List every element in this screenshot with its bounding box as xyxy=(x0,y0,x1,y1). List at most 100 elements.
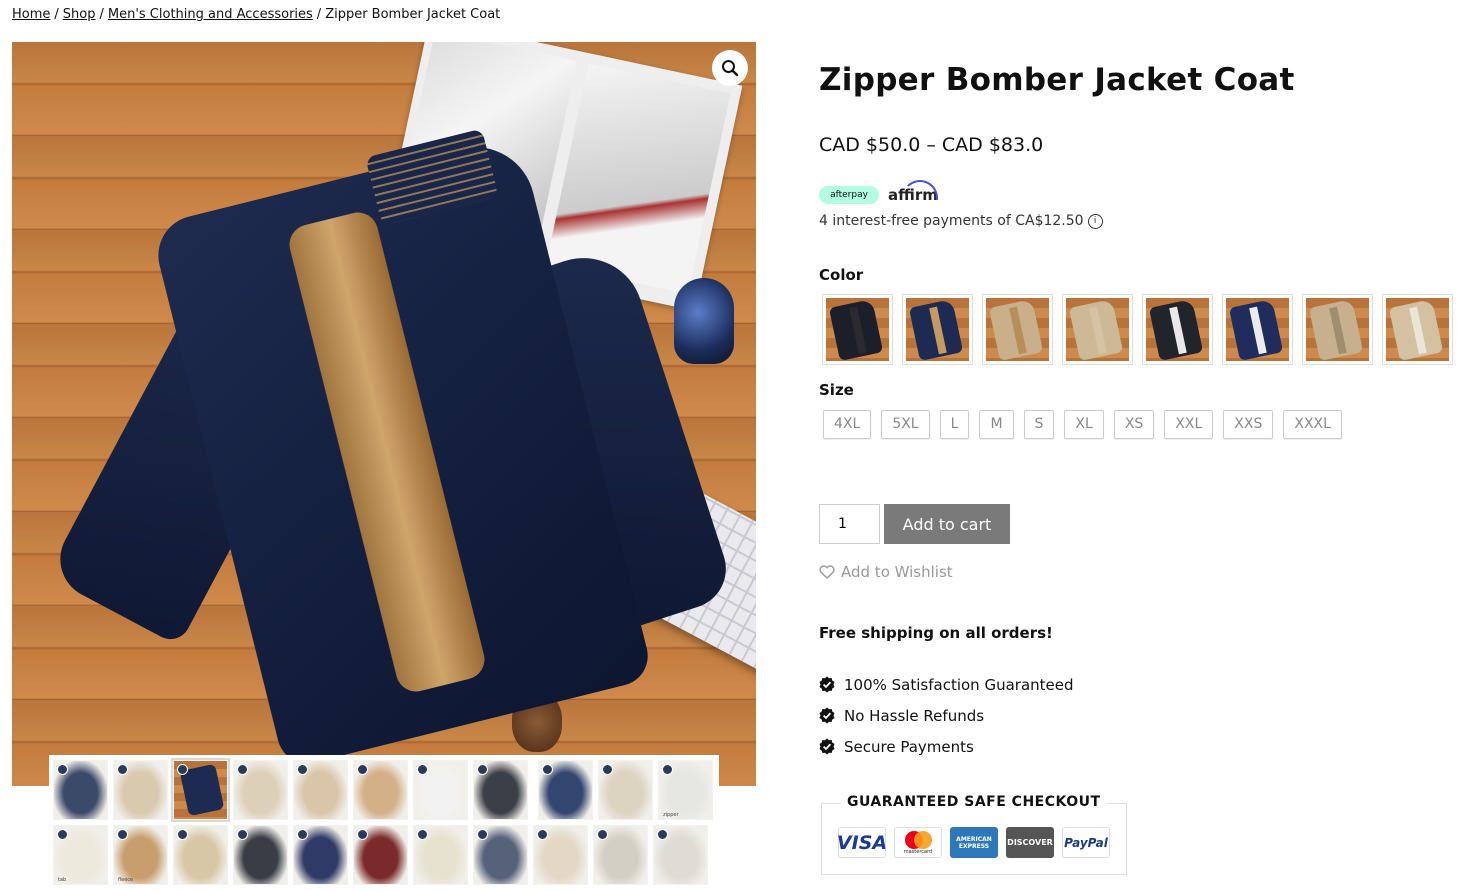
thumbnail[interactable] xyxy=(413,825,468,885)
quantity-input[interactable] xyxy=(819,504,880,544)
thumbnail-caption: tab xyxy=(58,877,67,883)
thumbnail[interactable]: tab xyxy=(53,825,108,885)
brand-badge-icon xyxy=(597,829,608,840)
add-to-cart-button[interactable]: Add to cart xyxy=(884,504,1010,544)
color-label: Color xyxy=(819,266,864,284)
color-swatch-black[interactable] xyxy=(822,294,893,365)
safe-checkout-title: GUARANTEED SAFE CHECKOUT xyxy=(841,794,1107,810)
size-option-xxxl[interactable]: XXXL xyxy=(1283,410,1342,439)
thumbnail[interactable] xyxy=(233,760,288,820)
thumbnail[interactable] xyxy=(353,760,408,820)
color-swatch-beige[interactable] xyxy=(1302,294,1373,365)
thumbnail[interactable] xyxy=(173,825,228,885)
thumbnail[interactable] xyxy=(413,760,468,820)
benefit-item: Secure Payments xyxy=(819,731,1074,762)
brand-badge-icon xyxy=(542,764,553,775)
thumbnail[interactable]: fleece xyxy=(113,825,168,885)
color-swatch-navy-white[interactable] xyxy=(1222,294,1293,365)
size-option-xs[interactable]: XS xyxy=(1113,410,1155,439)
brand-badge-icon xyxy=(57,829,68,840)
size-option-xl[interactable]: XL xyxy=(1064,410,1104,439)
benefit-text: No Hassle Refunds xyxy=(844,706,985,725)
thumbnail[interactable] xyxy=(233,825,288,885)
mastercard-label: mastercard xyxy=(903,848,933,855)
mastercard-card-icon: mastercard xyxy=(894,827,942,858)
thumbnail-gallery: zipper tab fleece xyxy=(49,755,719,891)
breadcrumb-separator: / xyxy=(54,7,59,22)
breadcrumb-separator: / xyxy=(316,7,322,22)
size-option-l[interactable]: L xyxy=(939,410,970,439)
brand-badge-icon xyxy=(602,764,613,775)
thumbnail[interactable] xyxy=(593,825,648,885)
brand-badge-icon xyxy=(357,829,368,840)
breadcrumb-category-link[interactable]: Men's Clothing and Accessories xyxy=(108,7,313,22)
brand-badge-icon xyxy=(297,829,308,840)
thumbnail[interactable] xyxy=(293,760,348,820)
mastercard-circles-icon xyxy=(903,830,933,849)
brand-badge-icon xyxy=(297,764,308,775)
thumbnail[interactable] xyxy=(533,825,588,885)
color-swatch-black-white[interactable] xyxy=(1142,294,1213,365)
brand-badge-icon xyxy=(477,829,488,840)
magnifier-icon xyxy=(722,60,739,77)
paypal-label: PayPal xyxy=(1064,835,1108,850)
size-option-xxs[interactable]: XXS xyxy=(1223,410,1274,439)
brand-badge-icon xyxy=(357,764,368,775)
discover-label: DISCOVER xyxy=(1007,838,1053,847)
brand-badge-icon xyxy=(537,829,548,840)
brand-badge-icon xyxy=(117,764,128,775)
color-swatch-khaki[interactable] xyxy=(1062,294,1133,365)
thumbnail-caption: zipper xyxy=(663,812,679,818)
amex-label: AMERICAN EXPRESS xyxy=(956,835,992,850)
brand-badge-icon xyxy=(662,764,673,775)
brand-badge-icon xyxy=(657,829,668,840)
thumbnail-caption: fleece xyxy=(118,877,134,883)
free-shipping-text: Free shipping on all orders! xyxy=(819,624,1053,642)
breadcrumb: Home / Shop / Men's Clothing and Accessories… xyxy=(12,7,500,22)
thumbnail[interactable] xyxy=(353,825,408,885)
size-option-s[interactable]: S xyxy=(1023,410,1055,439)
afterpay-badge[interactable]: afterpay xyxy=(819,186,879,204)
size-option-m[interactable]: M xyxy=(979,410,1014,439)
benefit-item: 100% Satisfaction Guaranteed xyxy=(819,669,1074,700)
affirm-logo[interactable]: affirm xyxy=(888,180,938,204)
check-badge-icon xyxy=(819,707,835,724)
color-swatch-navy[interactable] xyxy=(902,294,973,365)
color-swatch-beige-light[interactable] xyxy=(1382,294,1453,365)
product-title: Zipper Bomber Jacket Coat xyxy=(819,62,1295,98)
size-option-4xl[interactable]: 4XL xyxy=(823,410,872,439)
info-icon[interactable]: i xyxy=(1087,213,1103,229)
color-swatches xyxy=(822,294,1453,365)
breadcrumb-shop-link[interactable]: Shop xyxy=(63,7,96,22)
benefit-text: Secure Payments xyxy=(844,737,974,756)
installments-info: 4 interest-free payments of CA$12.50 i xyxy=(819,213,1103,229)
brand-badge-icon xyxy=(237,764,248,775)
breadcrumb-current: Zipper Bomber Jacket Coat xyxy=(325,7,501,22)
heart-icon xyxy=(819,565,835,579)
thumbnail[interactable] xyxy=(653,825,708,885)
thumbnail[interactable] xyxy=(538,760,593,820)
thumbnail[interactable] xyxy=(473,825,528,885)
benefits-list: 100% Satisfaction Guaranteed No Hassle Re… xyxy=(819,669,1074,762)
zoom-button[interactable] xyxy=(712,50,748,86)
thumbnail[interactable] xyxy=(598,760,653,820)
size-options: 4XL 5XL L M S XL XS XXL XXS XXXL xyxy=(823,410,1342,439)
thumbnail[interactable] xyxy=(113,760,168,820)
brand-badge-icon xyxy=(177,764,188,775)
payment-cards: VISA mastercard AMERICAN EXPRESS DISCOVER Pa… xyxy=(837,827,1110,858)
brand-badge-icon xyxy=(237,829,248,840)
color-swatch-khaki-fleece[interactable] xyxy=(982,294,1053,365)
main-product-image[interactable] xyxy=(12,42,756,786)
thumbnail[interactable] xyxy=(293,825,348,885)
thumbnail[interactable] xyxy=(171,758,230,822)
add-to-wishlist-link[interactable]: Add to Wishlist xyxy=(819,563,953,581)
brand-badge-icon xyxy=(477,764,488,775)
breadcrumb-home-link[interactable]: Home xyxy=(12,7,50,22)
thumbnail[interactable] xyxy=(473,760,528,820)
check-badge-icon xyxy=(819,738,835,755)
size-option-5xl[interactable]: 5XL xyxy=(881,410,930,439)
thumbnail[interactable] xyxy=(53,760,108,820)
jacket-image xyxy=(46,128,737,770)
thumbnail[interactable]: zipper xyxy=(658,760,713,820)
size-option-xxl[interactable]: XXL xyxy=(1164,410,1214,439)
